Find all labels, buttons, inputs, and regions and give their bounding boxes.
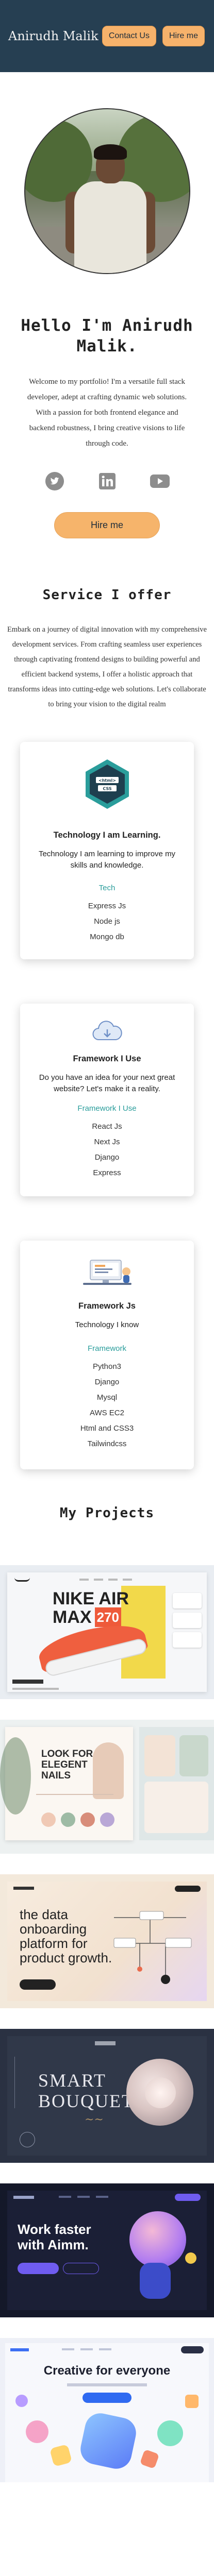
project-card-smart-bouquet[interactable]: SMART BOUQUET ~~ (0, 2029, 214, 2163)
card-title: Framework I Use (73, 1054, 141, 1063)
project-card-nails[interactable]: LOOK FOR ELEGENT NAILS (0, 1720, 214, 1854)
header-actions: Contact Us Hire me (102, 26, 205, 46)
profile-photo (24, 108, 190, 274)
project-headline: the data (20, 1907, 68, 1922)
social-links (0, 471, 214, 492)
project-headline: SMART (38, 2070, 106, 2091)
project-headline: platform for (20, 1936, 88, 1951)
project-headline: MAX (53, 1607, 92, 1627)
contact-us-button[interactable]: Contact Us (102, 26, 156, 46)
card-subtitle: Do you have an idea for your next great … (39, 1073, 175, 1093)
card-subtitle: Technology I know (75, 1320, 139, 1329)
youtube-icon[interactable] (150, 471, 170, 492)
services-title: Service I offer (42, 587, 172, 603)
services-description: Embark on a journey of digital innovatio… (7, 625, 207, 708)
project-headline: product growth. (20, 1950, 112, 1965)
html-css-badge-icon: <html> CSS (80, 757, 134, 811)
card-title: Framework Js (78, 1301, 136, 1311)
card-tag: Tech (98, 884, 116, 892)
hero-bio: Welcome to my portfolio! I'm a versatile… (27, 378, 187, 448)
service-card-framework-js: Framework Js Technology I know Framework… (20, 1241, 194, 1469)
services-section: Service I offer Embark on a journey of d… (0, 587, 214, 1469)
project-headline: onboarding (20, 1921, 87, 1937)
card-title: Technology I am Learning. (53, 831, 161, 840)
card-list: React Js Next Js Django Express (20, 1119, 194, 1181)
list-item: Mongo db (90, 933, 124, 941)
list-item: Tailwindcss (87, 1439, 127, 1448)
list-item: React Js (92, 1122, 122, 1131)
projects-title: My Projects (59, 1505, 155, 1521)
hero-section: Hello I'm Anirudh Malik. Welcome to my p… (0, 72, 214, 538)
badge-html-text: <html> (98, 778, 116, 783)
brand-name[interactable]: Anirudh Malik (8, 29, 98, 43)
badge-css-text: CSS (103, 787, 111, 791)
list-item: Django (94, 1378, 120, 1386)
list-item: Next Js (94, 1138, 120, 1146)
card-tag: Framework (87, 1344, 126, 1353)
nike-logo-icon (14, 1578, 30, 1582)
list-item: Html and CSS3 (80, 1424, 134, 1433)
list-item: Node js (94, 917, 120, 926)
projects-section: My Projects NIKE AIR MAX 270 LOOK FOR EL… (0, 1505, 214, 2498)
site-header: Anirudh Malik Contact Us Hire me (0, 0, 214, 72)
developer-desk-icon (79, 1258, 136, 1288)
project-badge: 270 (94, 1607, 121, 1627)
card-list: Express Js Node js Mongo db (20, 899, 194, 945)
card-list: Python3 Django Mysql AWS EC2 Html and CS… (20, 1359, 194, 1452)
service-card-framework: Framework I Use Do you have an idea for … (20, 1004, 194, 1196)
linkedin-icon[interactable] (97, 471, 118, 492)
hero-title: Hello I'm Anirudh Malik. (21, 316, 193, 355)
project-headline: NIKE AIR (53, 1589, 129, 1608)
project-headline: NAILS (41, 1770, 71, 1781)
project-headline: with Aimm. (18, 2237, 89, 2252)
project-headline: Work faster (18, 2222, 91, 2237)
hero-hire-me-button[interactable]: Hire me (54, 512, 160, 538)
twitter-icon[interactable] (44, 471, 65, 492)
project-headline: BOUQUET (38, 2091, 134, 2111)
list-item: Express (93, 1168, 121, 1177)
project-card-data-onboarding[interactable]: the data onboarding platform for product… (0, 1874, 214, 2008)
project-headline: LOOK FOR (41, 1749, 93, 1759)
hire-me-button[interactable]: Hire me (162, 26, 205, 46)
cloud-icon (91, 1018, 124, 1044)
list-item: Express Js (88, 902, 126, 910)
project-headline: Creative for everyone (43, 2364, 171, 2378)
card-subtitle: Technology I am learning to improve my s… (38, 850, 176, 870)
list-item: AWS EC2 (90, 1409, 124, 1417)
project-headline: ELEGENT (41, 1759, 88, 1770)
list-item: Python3 (92, 1362, 122, 1371)
project-card-nike[interactable]: NIKE AIR MAX 270 (0, 1565, 214, 1699)
list-item: Django (94, 1153, 120, 1162)
service-card-learning: <html> CSS Technology I am Learning. Tec… (20, 742, 194, 959)
card-tag: Framework I Use (77, 1104, 137, 1113)
list-item: Mysql (96, 1393, 118, 1402)
project-card-creative[interactable]: Creative for everyone (0, 2338, 214, 2482)
project-card-aimm[interactable]: Work faster with Aimm. (0, 2183, 214, 2317)
